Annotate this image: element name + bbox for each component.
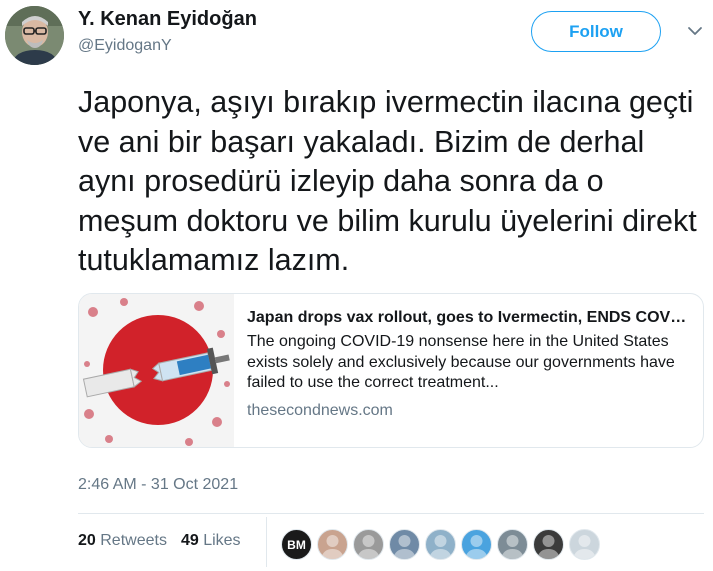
likes-count: 49	[180, 532, 199, 549]
author-name[interactable]: Y. Kenan Eyidoğan	[78, 8, 257, 31]
liker-avatar[interactable]	[569, 529, 600, 560]
likes-stat[interactable]: 49 Likes	[181, 532, 241, 550]
card-title[interactable]: Japan drops vax rollout, goes to Ivermec…	[247, 308, 687, 328]
liker-avatar[interactable]	[533, 529, 564, 560]
liker-avatar[interactable]	[461, 529, 492, 560]
tweet-text: Japonya, aşıyı bırakıp ivermectin ilacın…	[78, 85, 697, 277]
liker-avatar[interactable]	[497, 529, 528, 560]
retweets-label: Retweets	[100, 532, 167, 549]
card-description: The ongoing COVID-19 nonsense here in th…	[247, 333, 675, 391]
liker-avatar[interactable]	[317, 529, 348, 560]
follow-button[interactable]: Follow	[531, 11, 661, 52]
card-image[interactable]	[79, 294, 234, 447]
japan-flag-syringe-icon	[79, 294, 234, 447]
liker-avatar[interactable]: BM	[281, 529, 312, 560]
card-domain: thesecondnews.com	[247, 402, 393, 419]
stats-divider	[266, 517, 267, 567]
likes-label: Likes	[203, 532, 241, 549]
liker-avatar[interactable]	[353, 529, 384, 560]
retweets-count: 20	[78, 532, 96, 549]
link-card[interactable]: Japan drops vax rollout, goes to Ivermec…	[78, 293, 704, 448]
liker-avatars: BM	[281, 529, 600, 560]
author-avatar[interactable]	[5, 6, 64, 65]
profile-photo-icon	[5, 6, 64, 65]
retweets-stat[interactable]: 20 Retweets	[78, 532, 167, 550]
liker-avatar[interactable]	[425, 529, 456, 560]
liker-avatar[interactable]	[389, 529, 420, 560]
tweet-timestamp[interactable]: 2:46 AM - 31 Oct 2021	[78, 476, 238, 494]
author-handle[interactable]: @EyidoganY	[78, 37, 172, 55]
divider	[78, 513, 704, 514]
tweet-stats: 20 Retweets 49 Likes	[78, 532, 241, 550]
chevron-down-icon[interactable]	[686, 22, 704, 40]
